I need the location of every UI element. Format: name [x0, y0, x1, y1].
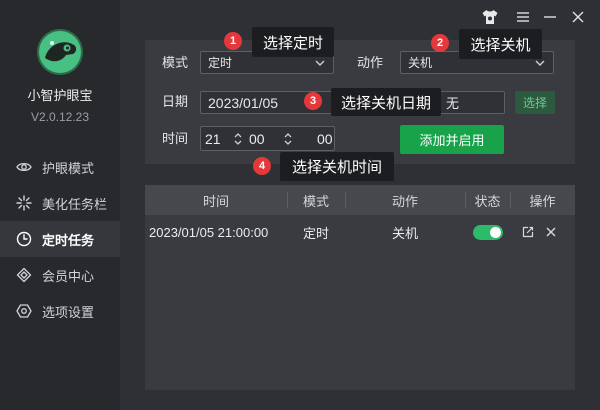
sidebar-item-label: 选项设置 [42, 304, 95, 320]
sidebar-item-label: 会员中心 [42, 268, 95, 284]
minimize-button[interactable] [541, 8, 559, 26]
row-mode: 定时 [302, 225, 329, 241]
sidebar-item-member-center[interactable]: 会员中心 [0, 257, 120, 293]
annotation-label: 选择关机时间 [280, 152, 394, 181]
column-header-mode: 模式 [302, 193, 329, 209]
sidebar-item-label: 美化任务栏 [42, 196, 108, 212]
annotation-badge: 1 [224, 32, 242, 50]
menu-icon [516, 10, 530, 24]
sidebar-item-scheduled-tasks[interactable]: 定时任务 [0, 221, 120, 257]
mode-select-value: 定时 [208, 56, 233, 70]
eye-icon [16, 159, 32, 175]
edit-icon[interactable] [522, 226, 534, 238]
close-button[interactable] [569, 8, 587, 26]
date-input-value: 2023/01/05 [208, 94, 279, 111]
column-header-action: 动作 [391, 193, 418, 209]
time-input[interactable]: 21 00 00 [200, 126, 335, 151]
choose-button[interactable]: 选择 [515, 91, 555, 114]
table-header: 时间 模式 动作 状态 操作 [145, 185, 575, 215]
annotation-label: 选择定时 [252, 27, 334, 57]
status-toggle[interactable] [472, 224, 503, 240]
column-header-time: 时间 [202, 193, 229, 209]
mode-label: 模式 [162, 55, 189, 70]
sparkle-icon [16, 195, 32, 211]
column-header-operations: 操作 [529, 193, 556, 209]
annotation-badge: 3 [304, 92, 322, 110]
table-row: 2023/01/05 21:00:00 定时 关机 [145, 217, 575, 247]
date-extra-value: 无 [445, 96, 459, 111]
skin-icon [481, 8, 499, 26]
action-select-value: 关机 [408, 56, 433, 70]
row-status [465, 217, 510, 247]
annotation-badge: 4 [253, 157, 271, 175]
close-icon [571, 10, 585, 24]
add-and-enable-button[interactable]: 添加并启用 [400, 125, 504, 154]
second-value[interactable]: 00 [317, 131, 333, 147]
settings-icon [16, 303, 32, 319]
date-label: 日期 [162, 94, 189, 109]
menu-button[interactable] [514, 8, 532, 26]
annotation-label: 选择关机日期 [331, 88, 441, 116]
stepper-arrows-icon[interactable] [234, 132, 242, 146]
action-label: 动作 [357, 55, 384, 70]
skin-button[interactable] [481, 8, 499, 26]
diamond-icon [16, 267, 32, 283]
column-header-status: 状态 [474, 193, 501, 209]
annotation-label: 选择关机 [459, 29, 542, 59]
toggle-knob [489, 226, 501, 238]
stepper-arrows-icon[interactable] [284, 132, 292, 146]
sidebar-item-label: 护眼模式 [42, 160, 95, 176]
app-name: 小智护眼宝 [27, 88, 93, 103]
sidebar-item-eye-mode[interactable]: 护眼模式 [0, 149, 120, 185]
clock-icon [16, 231, 32, 247]
chevron-down-icon [535, 60, 545, 66]
time-label: 时间 [162, 131, 189, 146]
annotation-badge: 2 [431, 34, 449, 52]
task-table: 时间 模式 动作 状态 操作 2023/01/05 21:00:00 定时 关机 [145, 185, 575, 390]
minimize-icon [543, 10, 557, 24]
sidebar-item-settings[interactable]: 选项设置 [0, 293, 120, 329]
minute-value[interactable]: 00 [249, 131, 265, 147]
sidebar: 小智护眼宝 V2.0.12.23 护眼模式 美化任务栏 定时任务 会员中心 选项… [0, 0, 120, 410]
app-logo-icon [36, 28, 84, 76]
sidebar-item-taskbar-beautify[interactable]: 美化任务栏 [0, 185, 120, 221]
chevron-down-icon [315, 60, 325, 66]
hour-value[interactable]: 21 [205, 131, 221, 147]
sidebar-item-label: 定时任务 [42, 232, 95, 248]
row-time: 2023/01/05 21:00:00 [149, 224, 269, 240]
row-action: 关机 [391, 225, 418, 241]
delete-icon[interactable] [545, 226, 557, 238]
app-version: V2.0.12.23 [30, 110, 90, 124]
